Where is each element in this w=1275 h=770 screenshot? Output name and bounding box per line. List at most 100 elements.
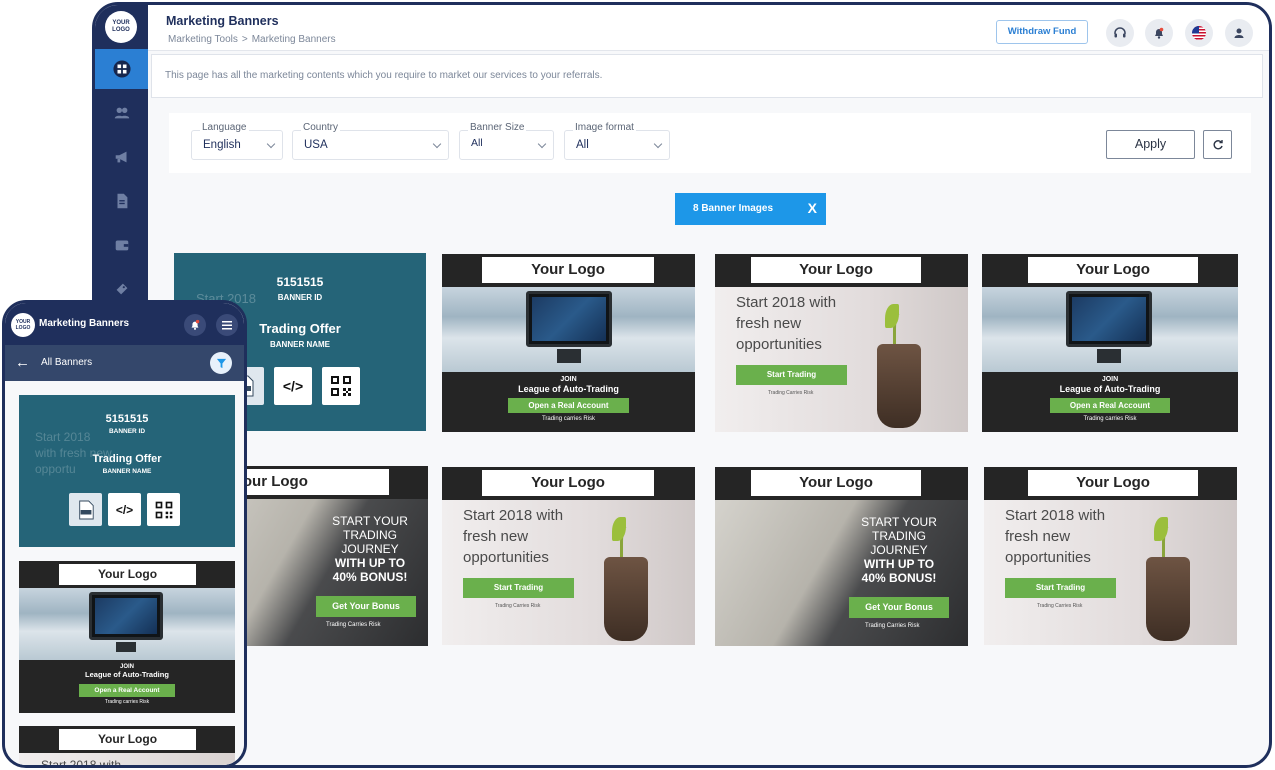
breadcrumb-marketing-tools[interactable]: Marketing Tools xyxy=(168,34,238,45)
us-flag-icon xyxy=(1192,26,1206,40)
banner-card-2[interactable]: Your Logo JOIN League of Auto-Trading Op… xyxy=(442,254,695,432)
banner-header: Your Logo xyxy=(19,726,235,753)
chevron-down-icon xyxy=(537,139,547,149)
banner-risk: Trading Carries Risk xyxy=(495,603,541,609)
banner-headline-line2: TRADING JOURNEY xyxy=(870,529,928,557)
sidebar-item-wallet[interactable] xyxy=(95,225,148,265)
mobile-notifications-button[interactable] xyxy=(184,314,206,336)
support-button[interactable] xyxy=(1106,19,1134,47)
qr-code-icon xyxy=(155,501,172,518)
mobile-brand-logo: YOUR LOGO xyxy=(11,313,35,337)
banner-logo: Your Logo xyxy=(751,257,921,283)
mobile-frame: YOUR LOGO Marketing Banners ← All Banner… xyxy=(2,300,247,768)
banner-cta: Get Your Bonus xyxy=(316,596,416,617)
plant-pot-graphic xyxy=(604,557,648,641)
banner-header: Your Logo xyxy=(982,254,1238,287)
banner-headline-line3: WITH UP TO xyxy=(863,557,935,571)
banner-size-select[interactable]: Banner Size All xyxy=(459,122,554,160)
banner-risk: Trading Carries Risk xyxy=(768,390,814,396)
mobile-banner-card-2[interactable]: Your Logo JOIN League of Auto-Trading Op… xyxy=(19,561,235,713)
banner-risk: Trading Carries Risk xyxy=(326,622,381,628)
clear-results-button[interactable]: X xyxy=(808,200,817,216)
banner-header: Your Logo xyxy=(442,467,695,500)
banner-headline: Start 2018 with fresh new opportunities xyxy=(736,292,836,355)
banner-cta: Start Trading xyxy=(1005,578,1116,598)
banner-card-4[interactable]: Your Logo JOIN League of Auto-Trading Op… xyxy=(982,254,1238,432)
banner-card-3[interactable]: Your Logo Start 2018 with fresh new oppo… xyxy=(715,254,968,432)
banner-logo: Your Logo xyxy=(1028,257,1198,283)
mobile-banner-card-1[interactable]: Start 2018 with fresh new opportu 515151… xyxy=(19,395,235,547)
apply-button[interactable]: Apply xyxy=(1106,130,1195,159)
mobile-download-jpg-button[interactable] xyxy=(69,493,102,526)
banner-logo: Your Logo xyxy=(482,470,654,496)
bell-icon xyxy=(1155,27,1164,39)
country-select[interactable]: Country USA xyxy=(292,122,449,160)
sidebar-item-marketing[interactable] xyxy=(95,137,148,177)
mobile-banner-id: 5151515 xyxy=(105,413,149,425)
banner-league: League of Auto-Trading xyxy=(85,670,169,679)
banner-headline-line2: fresh new xyxy=(736,315,802,332)
banner-headline: Start 2018 with fresh new opportunities xyxy=(1005,505,1105,568)
withdraw-fund-button[interactable]: Withdraw Fund xyxy=(996,20,1088,44)
banner-size-label: Banner Size xyxy=(468,122,527,133)
monitor-stand xyxy=(557,349,581,363)
desktop-frame: YOUR LOGO Marketing Banners Marketing To… xyxy=(92,2,1272,768)
banner-headline-line4: 40% BONUS! xyxy=(861,571,937,585)
monitor-graphic xyxy=(89,592,163,640)
mobile-qr-code-button[interactable] xyxy=(147,493,180,526)
mobile-filter-button[interactable] xyxy=(210,352,232,374)
mobile-sub-title: All Banners xyxy=(41,357,93,368)
banner-card-7[interactable]: Your Logo START YOUR TRADING JOURNEY WIT… xyxy=(715,467,968,646)
sidebar-item-users[interactable] xyxy=(95,93,148,133)
mobile-banner-list: Start 2018 with fresh new opportu 515151… xyxy=(5,381,244,765)
monitor-stand xyxy=(1097,349,1121,363)
banner-card-6[interactable]: Your Logo Start 2018 with fresh new oppo… xyxy=(442,467,695,645)
breadcrumb-separator: > xyxy=(241,34,248,45)
banner-image-office xyxy=(982,287,1238,372)
banner-footer: JOIN League of Auto-Trading Open a Real … xyxy=(982,372,1238,432)
banner-header: Your Logo xyxy=(715,467,968,500)
result-count-chip: 8 Banner Images X xyxy=(675,193,826,225)
monitor-stand xyxy=(116,642,136,652)
banner-headline-line1: Start 2018 with xyxy=(463,507,564,524)
qr-code-button[interactable] xyxy=(322,367,360,405)
banner-league: League of Auto-Trading xyxy=(518,384,619,394)
jpg-file-icon xyxy=(78,500,94,519)
sidebar-item-documents[interactable] xyxy=(95,181,148,221)
banner-headline-line1: START YOUR xyxy=(332,514,408,528)
banner-headline: START YOUR TRADING JOURNEY WITH UP TO 40… xyxy=(849,515,949,585)
mobile-menu-button[interactable] xyxy=(216,314,238,336)
embed-code-button[interactable]: </> xyxy=(274,367,312,405)
sidebar-item-dashboard[interactable] xyxy=(95,49,148,89)
mobile-banner-card-3[interactable]: Your Logo Start 2018 with xyxy=(19,726,235,768)
banner-logo: Your Logo xyxy=(482,257,654,283)
profile-button[interactable] xyxy=(1225,19,1253,47)
banner-footer: JOIN League of Auto-Trading Open a Real … xyxy=(19,660,235,713)
document-icon xyxy=(117,193,127,209)
language-select[interactable]: Language English xyxy=(191,122,283,160)
image-format-select[interactable]: Image format All xyxy=(564,122,670,160)
banner-card-8[interactable]: Your Logo Start 2018 with fresh new oppo… xyxy=(984,467,1237,645)
code-icon: </> xyxy=(115,502,134,517)
banner-join: JOIN xyxy=(560,376,577,383)
banner-headline: Start 2018 with xyxy=(41,758,122,768)
banner-headline-line2: fresh new xyxy=(463,528,529,545)
plant-pot-graphic xyxy=(1146,557,1190,641)
back-arrow-icon[interactable]: ← xyxy=(15,355,30,370)
banner-risk: Trading carries Risk xyxy=(104,699,150,705)
banner-headline-line1: Start 2018 with xyxy=(736,294,837,311)
mobile-overlay-actions: </> xyxy=(69,493,180,526)
banner-headline-line3: opportunities xyxy=(1005,549,1091,566)
country-value: USA xyxy=(304,139,328,151)
language-value: English xyxy=(203,139,241,151)
monitor-graphic xyxy=(1066,291,1152,347)
mobile-banner-id-label: BANNER ID xyxy=(108,428,146,435)
chevron-down-icon xyxy=(432,139,442,149)
refresh-button[interactable] xyxy=(1203,130,1232,159)
filter-icon xyxy=(216,358,226,368)
mobile-embed-code-button[interactable]: </> xyxy=(108,493,141,526)
language-button[interactable] xyxy=(1185,19,1213,47)
notifications-button[interactable] xyxy=(1145,19,1173,47)
banner-header: Your Logo xyxy=(984,467,1237,500)
banner-join: JOIN xyxy=(1101,376,1119,383)
